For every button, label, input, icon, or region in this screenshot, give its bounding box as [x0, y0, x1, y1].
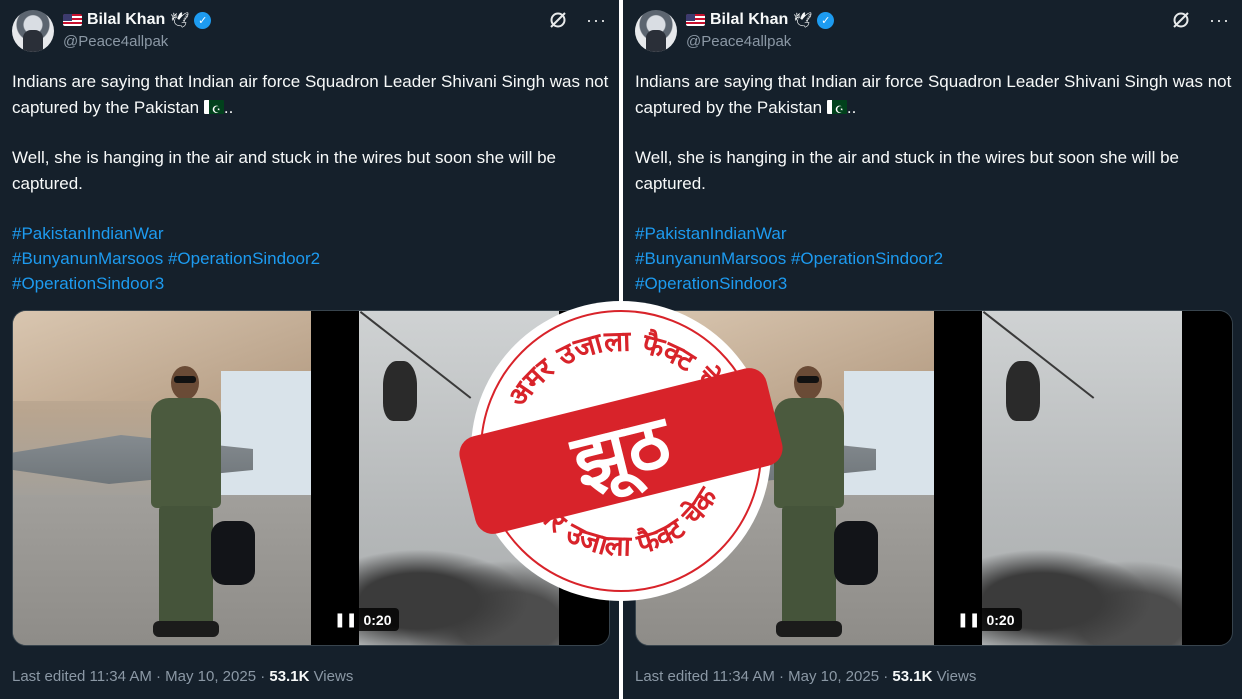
name-row: Bilal Khan 🕊 ✓ [686, 11, 835, 29]
views-count: 53.1K [892, 668, 933, 685]
media-grid: ❚❚ 0:20 [12, 310, 610, 646]
pakistan-flag-icon [826, 98, 847, 123]
views-count: 53.1K [269, 668, 310, 685]
more-icon[interactable]: ··· [1209, 11, 1230, 29]
hashtags: #PakistanIndianWar #BunyanunMarsoos #Ope… [12, 221, 320, 296]
hashtag-link[interactable]: #OperationSindoor3 [635, 274, 787, 293]
pause-icon[interactable]: ❚❚ [957, 611, 980, 628]
pilot-photo[interactable] [13, 311, 311, 645]
pilot-photo[interactable] [636, 311, 934, 645]
tweet-card-right: Bilal Khan 🕊 ✓ @Peace4allpak ··· Indians… [623, 0, 1242, 699]
emblem-icon: 🕊 [793, 12, 813, 29]
emblem-icon: 🕊 [170, 12, 190, 29]
hashtag-link[interactable]: #PakistanIndianWar [12, 224, 164, 243]
name-row: Bilal Khan 🕊 ✓ [63, 11, 212, 29]
hashtag-link[interactable]: #OperationSindoor3 [12, 274, 164, 293]
user-handle[interactable]: @Peace4allpak [63, 33, 168, 50]
tweet-paragraph-2: Well, she is hanging in the air and stuc… [635, 148, 1179, 193]
user-handle[interactable]: @Peace4allpak [686, 33, 791, 50]
hashtag-link[interactable]: #OperationSindoor2 [791, 249, 943, 268]
views-label: Views [932, 668, 977, 685]
pakistan-flag-icon [203, 98, 224, 123]
tweet-paragraph-1-end: .. [223, 97, 234, 117]
avatar[interactable] [635, 10, 677, 52]
tweet-actions: ··· [548, 10, 607, 30]
video-player[interactable]: ❚❚ 0:20 [934, 311, 1232, 645]
video-duration-badge[interactable]: ❚❚ 0:20 [950, 608, 1022, 631]
tweet-paragraph-2: Well, she is hanging in the air and stuc… [12, 148, 556, 193]
grok-icon[interactable] [1171, 10, 1191, 30]
timestamp[interactable]: Last edited 11:34 AM · May 10, 2025 · [12, 668, 269, 685]
us-flag-icon [63, 14, 82, 26]
grok-icon[interactable] [548, 10, 568, 30]
hashtag-link[interactable]: #BunyanunMarsoos [635, 249, 786, 268]
display-name[interactable]: Bilal Khan [710, 11, 788, 29]
pause-icon[interactable]: ❚❚ [334, 611, 357, 628]
hashtag-link[interactable]: #PakistanIndianWar [635, 224, 787, 243]
us-flag-icon [686, 14, 705, 26]
display-name[interactable]: Bilal Khan [87, 11, 165, 29]
views-label: Views [309, 668, 354, 685]
video-player[interactable]: ❚❚ 0:20 [311, 311, 609, 645]
tweet-paragraph-1: Indians are saying that Indian air force… [12, 72, 609, 117]
video-duration: 0:20 [986, 611, 1015, 628]
tweet-paragraph-1: Indians are saying that Indian air force… [635, 72, 1232, 117]
hashtag-link[interactable]: #OperationSindoor2 [168, 249, 320, 268]
video-duration-badge[interactable]: ❚❚ 0:20 [327, 608, 399, 631]
video-duration: 0:20 [363, 611, 392, 628]
more-icon[interactable]: ··· [586, 11, 607, 29]
tweet-text: Indians are saying that Indian air force… [12, 69, 612, 221]
verified-icon: ✓ [817, 11, 835, 29]
tweet-paragraph-1-end: .. [846, 97, 857, 117]
tweet-actions: ··· [1171, 10, 1230, 30]
tweet-text: Indians are saying that Indian air force… [635, 69, 1235, 221]
tweet-meta: Last edited 11:34 AM · May 10, 2025 · 53… [12, 668, 353, 685]
timestamp[interactable]: Last edited 11:34 AM · May 10, 2025 · [635, 668, 892, 685]
verified-icon: ✓ [194, 11, 212, 29]
hashtags: #PakistanIndianWar #BunyanunMarsoos #Ope… [635, 221, 943, 296]
tweet-meta: Last edited 11:34 AM · May 10, 2025 · 53… [635, 668, 976, 685]
media-grid: ❚❚ 0:20 [635, 310, 1233, 646]
tweet-card-left: Bilal Khan 🕊 ✓ @Peace4allpak ··· Indians… [0, 0, 619, 699]
hashtag-link[interactable]: #BunyanunMarsoos [12, 249, 163, 268]
avatar[interactable] [12, 10, 54, 52]
